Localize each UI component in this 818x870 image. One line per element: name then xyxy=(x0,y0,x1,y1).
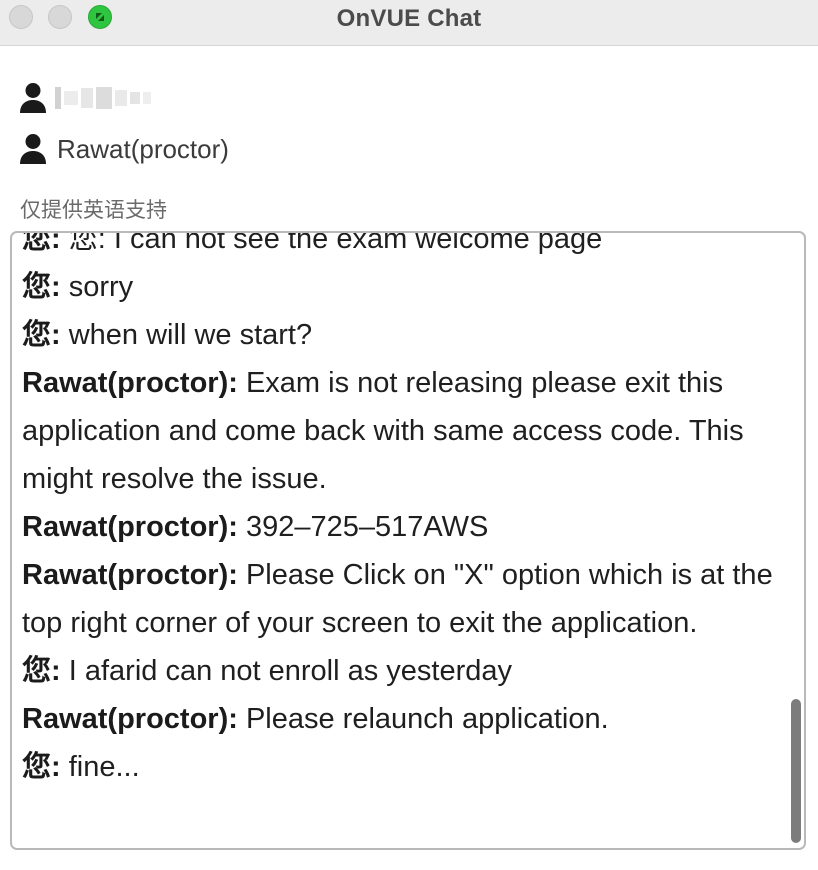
title-bar: OnVUE Chat xyxy=(0,0,818,46)
message-list: 您: 您: I can not see the exam welcome pag… xyxy=(22,231,792,791)
chat-transcript[interactable]: 您: 您: I can not see the exam welcome pag… xyxy=(10,231,806,850)
message-sender: 您: xyxy=(22,751,61,783)
message-sender: 您: xyxy=(22,319,61,351)
message-sender: Rawat(proctor): xyxy=(22,367,238,399)
message-sender: 您: xyxy=(22,655,61,687)
person-icon xyxy=(20,134,46,164)
person-icon xyxy=(20,83,46,113)
message-sender: Rawat(proctor): xyxy=(22,511,238,543)
message: Rawat(proctor): 392–725–517AWS xyxy=(22,503,792,551)
message: 您: I afarid can not enroll as yesterday xyxy=(22,647,792,695)
redacted-name xyxy=(55,84,154,112)
message: 您: when will we start? xyxy=(22,311,792,359)
participant-candidate xyxy=(19,81,154,115)
message: Rawat(proctor): Exam is not releasing pl… xyxy=(22,359,792,503)
message-text: when will we start? xyxy=(60,319,313,351)
message-text: sorry xyxy=(60,271,134,303)
message-sender: Rawat(proctor): xyxy=(22,703,238,735)
participant-name: Rawat(proctor) xyxy=(57,133,229,164)
message: 您: sorry xyxy=(22,263,792,311)
message: Rawat(proctor): Please Click on "X" opti… xyxy=(22,551,792,647)
scrollbar-thumb[interactable] xyxy=(791,699,801,843)
message-text: fine... xyxy=(60,751,140,783)
chat-window: OnVUE Chat Rawat(proctor) 仅提供英语支持 您: 您: … xyxy=(0,0,818,870)
message-text: I afarid can not enroll as yesterday xyxy=(60,655,513,687)
participant-proctor: Rawat(proctor) xyxy=(19,132,229,166)
message-sender: 您: xyxy=(22,231,61,255)
message-text: 392–725–517AWS xyxy=(237,511,489,543)
message: 您: 您: I can not see the exam welcome pag… xyxy=(22,231,792,263)
window-title: OnVUE Chat xyxy=(336,5,482,32)
message-sender: 您: xyxy=(22,271,61,303)
message: Rawat(proctor): Please relaunch applicat… xyxy=(22,695,792,743)
message-text: 您: I can not see the exam welcome page xyxy=(60,231,603,255)
message-sender: Rawat(proctor): xyxy=(22,559,238,591)
message-text: Please relaunch application. xyxy=(237,703,609,735)
language-support-note: 仅提供英语支持 xyxy=(20,199,167,222)
message: 您: fine... xyxy=(22,743,792,791)
